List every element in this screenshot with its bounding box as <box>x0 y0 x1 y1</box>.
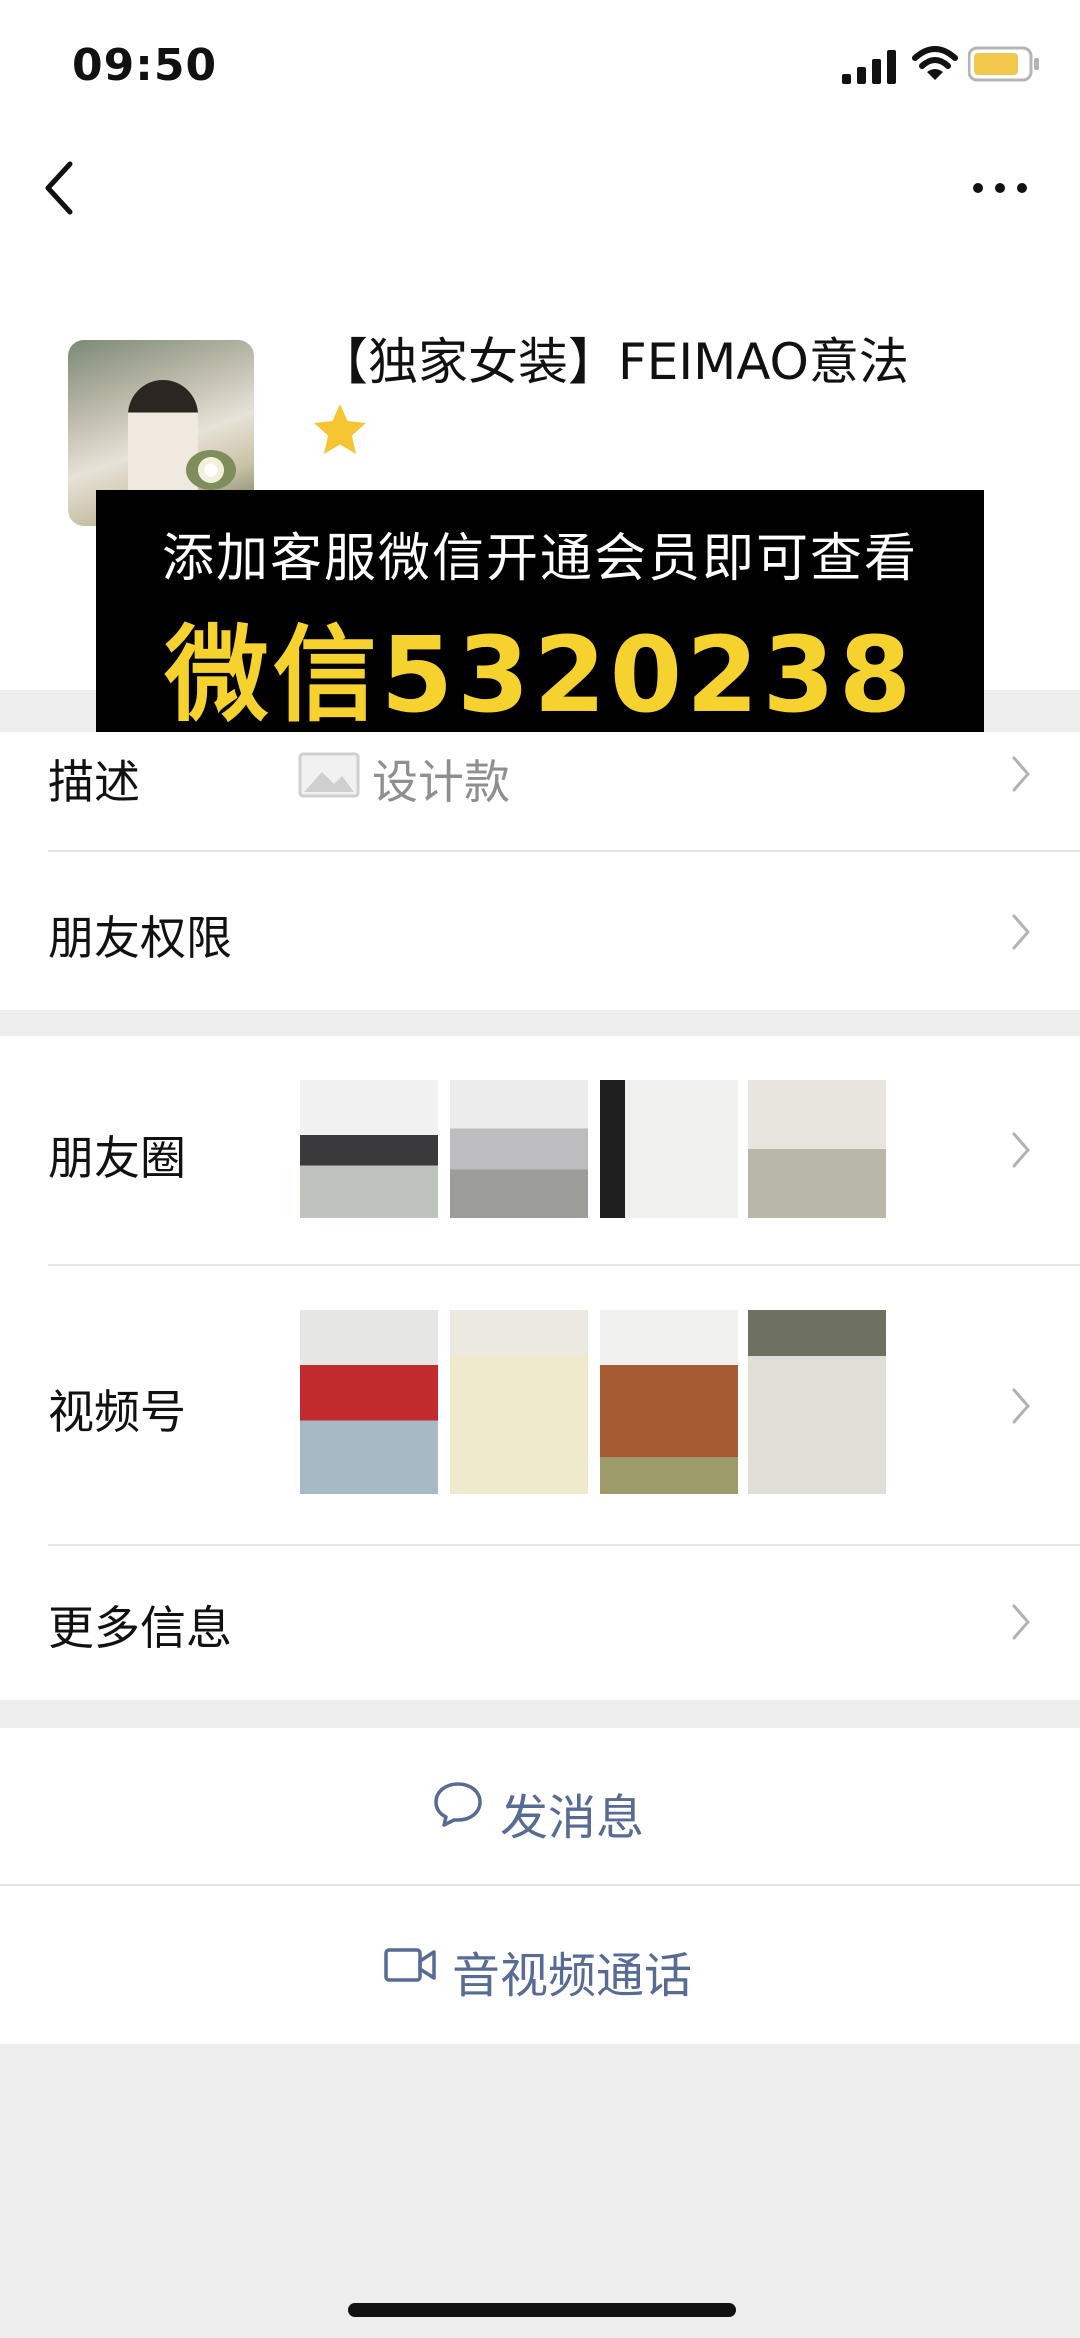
more-info-row[interactable]: 更多信息 <box>0 1546 1080 1700</box>
nav-bar <box>0 130 1080 250</box>
send-message-button[interactable]: 发消息 <box>0 1728 1080 1884</box>
channels-label: 视频号 <box>48 1385 186 1439</box>
moments-thumbnail <box>748 1080 886 1218</box>
chevron-right-icon <box>1012 1132 1030 1168</box>
star-icon <box>314 404 366 454</box>
channels-thumbnail <box>748 1310 886 1494</box>
chevron-left-icon[interactable] <box>40 158 80 218</box>
info-group-2: 朋友圈 视频号 更多信息 <box>0 1036 1080 1700</box>
friend-permissions-row[interactable]: 朋友权限 <box>0 852 1080 1010</box>
battery-icon <box>968 46 1039 82</box>
moments-thumbnail <box>450 1080 588 1218</box>
channels-thumbnail <box>600 1310 738 1494</box>
home-indicator <box>348 2303 736 2317</box>
description-value: 设计款 <box>372 755 510 809</box>
more-info-label: 更多信息 <box>48 1601 232 1655</box>
status-time: 09:50 <box>72 40 218 91</box>
profile-name: 【独家女装】FEIMAO意法 <box>318 333 909 391</box>
moments-row[interactable]: 朋友圈 <box>0 1036 1080 1264</box>
moments-thumbnail <box>600 1080 738 1218</box>
description-row[interactable]: 描述 设计款 <box>0 732 1080 850</box>
signal-icon <box>842 50 896 84</box>
info-group-1: 描述 设计款 朋友权限 <box>0 732 1080 1010</box>
channels-thumbnail <box>300 1310 438 1494</box>
chevron-right-icon <box>1012 914 1030 950</box>
moments-thumbnail <box>300 1080 438 1218</box>
banner-text-line1: 添加客服微信开通会员即可查看 <box>161 529 918 589</box>
wifi-icon <box>912 46 958 80</box>
banner-text-line2: 微信5320238 <box>164 614 916 736</box>
channels-thumbnail <box>450 1310 588 1494</box>
send-message-label: 发消息 <box>500 1790 645 1846</box>
friend-permissions-label: 朋友权限 <box>48 911 232 965</box>
description-label: 描述 <box>48 755 140 809</box>
av-call-button[interactable]: 音视频通话 <box>0 1886 1080 2044</box>
chevron-right-icon <box>1012 1604 1030 1640</box>
avatar-flowers <box>186 450 236 490</box>
moments-label: 朋友圈 <box>48 1131 186 1185</box>
chevron-right-icon <box>1012 1388 1030 1424</box>
chat-bubble-icon <box>434 1782 482 1827</box>
video-camera-icon <box>384 1948 436 1982</box>
image-icon <box>298 752 360 798</box>
channels-row[interactable]: 视频号 <box>0 1266 1080 1544</box>
overlay-banner: 添加客服微信开通会员即可查看 微信5320238 <box>96 490 984 736</box>
av-call-label: 音视频通话 <box>452 1948 693 2004</box>
chevron-right-icon <box>1012 756 1030 792</box>
more-icon[interactable] <box>970 168 1030 208</box>
